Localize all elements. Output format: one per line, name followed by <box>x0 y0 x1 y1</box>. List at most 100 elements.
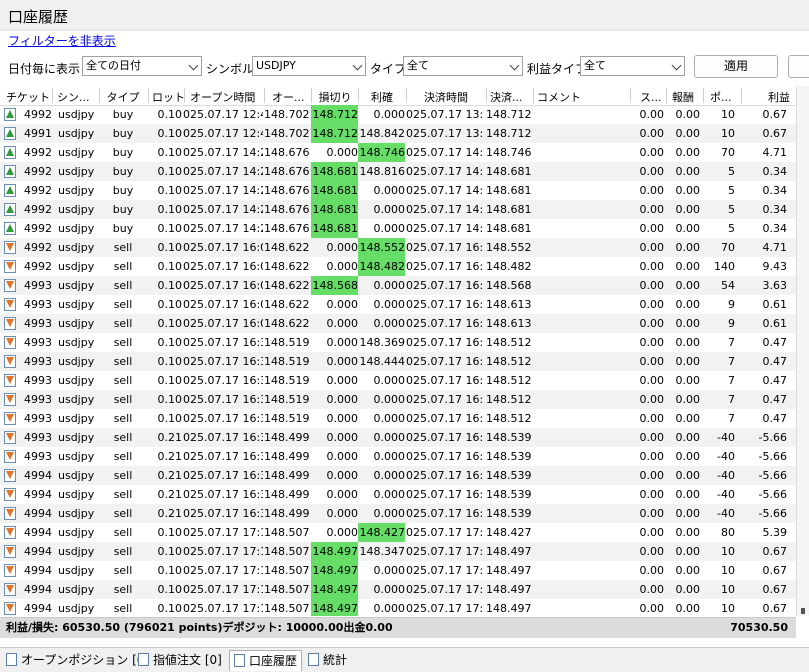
table-row[interactable]: 4993 usdjpy sell 0.10025.07.17 16:33148.519… <box>0 333 796 352</box>
col-separator[interactable] <box>703 88 704 103</box>
table-row[interactable]: 4992 usdjpy sell 0.10025.07.17 16:06148.622… <box>0 238 796 257</box>
col-lot[interactable]: ロット <box>152 89 184 105</box>
cell-type: sell <box>113 602 133 615</box>
table-row[interactable]: 4994 usdjpy sell 0.21025.07.17 16:39148.499… <box>0 504 796 523</box>
table-row[interactable]: 4993 usdjpy sell 0.10025.07.17 16:06148.622… <box>0 276 796 295</box>
date-filter-select[interactable]: 全ての日付 <box>82 56 202 76</box>
col-take-profit[interactable]: 利確 <box>359 89 405 105</box>
cell-fee: 0.00 <box>675 450 701 463</box>
type-filter-select[interactable]: 全て <box>403 56 523 76</box>
cell-swap: 0.00 <box>639 526 665 539</box>
apply-button[interactable]: 適用 <box>694 55 778 78</box>
table-row[interactable]: 4994 usdjpy sell 0.21025.07.17 16:39148.499… <box>0 466 796 485</box>
cell-ticket: 4992 <box>24 222 52 235</box>
profit-type-filter-select[interactable]: 全て <box>580 56 685 76</box>
scrollbar-thumb[interactable] <box>801 608 805 614</box>
cell-ticket: 4993 <box>24 412 52 425</box>
table-row[interactable]: 4994 usdjpy sell 0.21025.07.17 16:39148.499… <box>0 485 796 504</box>
table-row[interactable]: 4993 usdjpy sell 0.10025.07.17 16:33148.519… <box>0 352 796 371</box>
table-row[interactable]: 4992usdjpybuy0.10025.07.17 14:23148.6761… <box>0 200 796 219</box>
table-row[interactable]: 4993 usdjpy sell 0.21025.07.17 16:39148.499… <box>0 447 796 466</box>
cell-close-price: 148.539 <box>486 488 531 501</box>
cell-close-price: 148.512 <box>486 374 531 387</box>
col-open-time[interactable]: オープン時間 <box>190 89 262 105</box>
cell-take-profit: 0.000 <box>373 507 406 520</box>
col-separator[interactable] <box>630 88 631 103</box>
table-row[interactable]: 4993 usdjpy sell 0.21025.07.17 16:39148.499… <box>0 428 796 447</box>
col-ticket[interactable]: チケット <box>6 89 50 105</box>
cell-type: buy <box>112 127 134 140</box>
cell-ticket: 4992 <box>24 241 52 254</box>
symbol-filter-select[interactable]: USDJPY <box>252 56 366 76</box>
col-symbol[interactable]: シン... <box>57 89 97 105</box>
tab-open-positions[interactable]: オープンポジション [0] <box>6 650 149 670</box>
col-fee[interactable]: 報酬 <box>672 89 702 105</box>
table-row[interactable]: 4992 usdjpy sell 0.10025.07.17 16:06148.622… <box>0 257 796 276</box>
hide-filter-link[interactable]: フィルターを非表示 <box>8 32 116 49</box>
table-row[interactable]: 4992 usdjpy buy 0.10025.07.17 14:23148.676 0… <box>0 143 796 162</box>
col-close-time[interactable]: 決済時間 <box>407 89 485 105</box>
cell-swap: 0.00 <box>639 412 665 425</box>
col-points[interactable]: ポ... <box>710 89 740 105</box>
cell-take-profit: 0.000 <box>373 488 406 501</box>
col-separator[interactable] <box>486 88 487 103</box>
cell-fee: 0.00 <box>675 184 701 197</box>
cell-take-profit: 148.347 <box>359 545 406 558</box>
table-row[interactable]: 4994 usdjpy sell 0.10025.07.17 17:19148.507… <box>0 580 796 599</box>
cell-open-price: 148.676 <box>264 146 309 159</box>
col-profit[interactable]: 利益 <box>742 89 790 105</box>
cell-points: 10 <box>721 127 735 140</box>
cell-ticket: 4993 <box>24 336 52 349</box>
tab-statistics[interactable]: 統計 <box>308 650 347 670</box>
col-separator[interactable] <box>533 88 534 103</box>
cell-take-profit: 0.000 <box>373 298 406 311</box>
col-comment[interactable]: コメント <box>537 89 627 105</box>
tab-account-history[interactable]: 口座履歴 <box>229 650 303 671</box>
table-row[interactable]: 4993 usdjpy sell 0.10025.07.17 16:33148.519… <box>0 390 796 409</box>
table-row[interactable]: 4994 usdjpy sell 0.10025.07.17 17:19148.507… <box>0 561 796 580</box>
col-open-price[interactable]: オー... <box>272 89 310 105</box>
sell-arrow-icon <box>4 545 16 558</box>
col-separator[interactable] <box>184 88 185 103</box>
cell-take-profit: 148.746 <box>358 143 405 162</box>
table-row[interactable]: 4994 usdjpy sell 0.10025.07.17 17:19148.507… <box>0 542 796 561</box>
table-row[interactable]: 4993 usdjpy sell 0.10025.07.17 16:06148.622… <box>0 314 796 333</box>
table-row[interactable]: 4992usdjpybuy0.10025.07.17 14:23148.6761… <box>0 219 796 238</box>
vertical-scrollbar[interactable] <box>796 86 809 616</box>
cell-take-profit: 0.000 <box>373 184 406 197</box>
cell-stop-loss: 0.000 <box>326 241 359 254</box>
col-stop-loss[interactable]: 損切り <box>312 89 358 105</box>
table-row[interactable]: 4992usdjpybuy0.10025.07.17 12:48148.7021… <box>0 105 796 124</box>
table-row[interactable]: 4993 usdjpy sell 0.10025.07.17 16:33148.519… <box>0 409 796 428</box>
col-type[interactable]: タイプ <box>100 89 146 105</box>
cell-fee: 0.00 <box>675 146 701 159</box>
cell-fee: 0.00 <box>675 279 701 292</box>
cell-symbol: usdjpy <box>58 279 95 292</box>
table-row[interactable]: 4994 usdjpy sell 0.10025.07.17 17:19148.507… <box>0 523 796 542</box>
col-separator[interactable] <box>666 88 667 103</box>
table-row[interactable]: 4992usdjpybuy0.10025.07.17 14:23148.6761… <box>0 162 796 181</box>
tab-pending-orders[interactable]: 指値注文 [0] <box>138 650 222 670</box>
cell-swap: 0.00 <box>639 507 665 520</box>
table-row[interactable]: 4991usdjpybuy0.10025.07.17 12:48148.7021… <box>0 124 796 143</box>
table-row[interactable]: 4993 usdjpy sell 0.10025.07.17 16:33148.519… <box>0 371 796 390</box>
cell-lot: 0.10 <box>157 260 183 273</box>
table-row[interactable]: 4994 usdjpy sell 0.10025.07.17 17:19148.507… <box>0 599 796 616</box>
arrow-glyph <box>6 281 14 289</box>
table-row[interactable]: 4993 usdjpy sell 0.10025.07.17 16:06148.622… <box>0 295 796 314</box>
cell-swap: 0.00 <box>639 450 665 463</box>
tab-label: 統計 <box>323 653 348 667</box>
cell-lot: 0.10 <box>157 336 183 349</box>
cell-ticket: 4991 <box>24 127 52 140</box>
col-swap[interactable]: ス... <box>640 89 666 105</box>
col-separator[interactable] <box>264 88 265 103</box>
cell-ticket: 4992 <box>24 108 52 121</box>
col-separator[interactable] <box>52 88 53 103</box>
cell-close-price: 148.568 <box>486 279 531 292</box>
col-close-price[interactable]: 決済... <box>490 89 532 105</box>
cell-close-time: 025.07.17 13:25 <box>406 108 483 121</box>
document-icon <box>138 653 149 666</box>
table-row[interactable]: 4992usdjpybuy0.10025.07.17 14:23148.6761… <box>0 181 796 200</box>
col-separator[interactable] <box>148 88 149 103</box>
extra-button[interactable] <box>788 55 809 78</box>
